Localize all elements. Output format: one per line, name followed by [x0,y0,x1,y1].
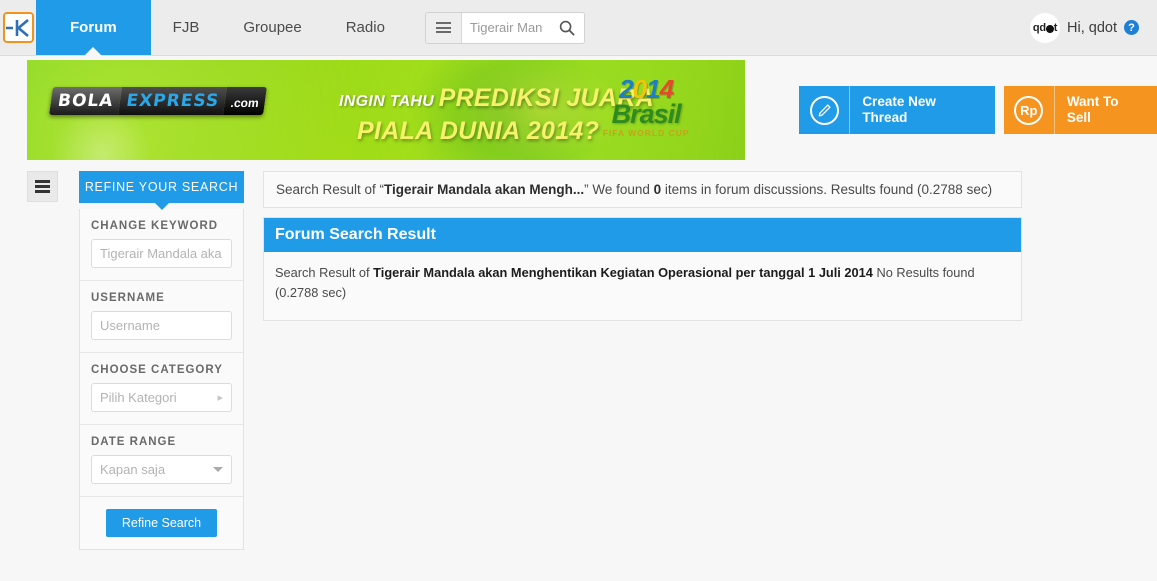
category-select-value: Pilih Kategori [100,390,177,405]
filter-choose-category: CHOOSE CATEGORY Pilih Kategori ▸ [80,353,243,425]
logo-k-glyph [6,18,29,37]
search-input[interactable] [461,12,550,43]
avatar[interactable]: qd t [1030,12,1061,43]
header-search [424,11,585,44]
main-nav: Forum FJB Groupee Radio [36,0,407,55]
hamburger-icon [35,178,50,196]
want-to-sell-button[interactable]: Rp Want To Sell [1003,86,1157,134]
filter-label-category: CHOOSE CATEGORY [91,364,223,376]
sidebar-toggle-button[interactable] [27,171,58,202]
bolaexpress-logo: BOLA EXPRESS .com [49,87,267,115]
username-input[interactable] [91,311,232,340]
panel-title: Forum Search Result [264,218,1021,252]
filter-label-username: USERNAME [91,292,165,304]
nav-label-groupee: Groupee [243,19,302,36]
cta-buttons: Create New Thread Rp Want To Sell [799,86,1157,134]
category-select[interactable]: Pilih Kategori ▸ [91,383,232,412]
nav-item-groupee[interactable]: Groupee [221,0,323,55]
worldcup-event: FIFA WORLD CUP [602,128,690,138]
avatar-dot [1045,24,1054,33]
result-summary-query: Tigerair Mandala akan Mengh... [384,182,585,197]
date-range-select-value: Kapan saja [100,462,166,477]
result-summary-prefix: Search Result of “ [276,182,385,197]
bolaexpress-logo-bola: BOLA [49,87,123,115]
promo-banner[interactable]: BOLA EXPRESS .com INGIN TAHU PREDIKSI JU… [27,60,746,160]
refine-submit-row: Refine Search [80,497,243,549]
nav-label-forum: Forum [70,19,117,36]
refine-search-body: CHANGE KEYWORD USERNAME CHOOSE CATEGORY … [79,209,244,550]
kaskus-logo-icon [2,12,34,43]
result-summary-middle: ” We found [584,182,654,197]
rupiah-icon: Rp [1014,95,1044,125]
worldcup-emblem: 2014 Brasil FIFA WORLD CUP [581,74,711,138]
banner-headline-line2-text: PIALA DUNIA 2014? [357,117,600,145]
refine-search-sidebar: REFINE YOUR SEARCH CHANGE KEYWORD USERNA… [79,171,244,550]
create-thread-label: Create New Thread [862,94,936,125]
worldcup-country: Brasil [611,99,682,129]
keyword-input[interactable] [91,239,232,268]
panel-body-query: Tigerair Mandala akan Menghentikan Kegia… [373,265,873,280]
help-icon[interactable]: ? [1124,20,1139,35]
banner-row: BOLA EXPRESS .com INGIN TAHU PREDIKSI JU… [0,56,1157,160]
site-logo[interactable] [0,0,36,55]
date-range-select[interactable]: Kapan saja [91,455,232,484]
want-to-sell-label: Want To Sell [1066,94,1119,125]
avatar-text-start: qd [1032,21,1046,34]
chevron-down-icon [213,467,223,472]
pencil-glyph [818,103,831,116]
panel-body-prefix: Search Result of [275,265,374,280]
want-to-sell-icon-wrap: Rp [1004,86,1055,134]
create-thread-icon-wrap [799,86,851,134]
filter-label-date-range: DATE RANGE [91,436,177,448]
user-greeting[interactable]: Hi, qdot [1067,20,1117,36]
bolaexpress-logo-express: EXPRESS [118,87,227,115]
nav-label-radio: Radio [345,19,385,36]
filter-date-range: DATE RANGE Kapan saja [80,425,243,497]
filter-username: USERNAME [80,281,243,353]
nav-item-fjb[interactable]: FJB [151,0,222,55]
search-category-button[interactable] [425,12,462,43]
top-header: Forum FJB Groupee Radio qdt Hi, q [0,0,1157,56]
refine-search-title: REFINE YOUR SEARCH [79,171,244,203]
search-results-main: Search Result of “Tigerair Mandala akan … [263,171,1022,550]
refine-search-button[interactable]: Refine Search [105,509,218,537]
forum-search-result-panel: Forum Search Result Search Result of Tig… [263,217,1022,321]
content-area: REFINE YOUR SEARCH CHANGE KEYWORD USERNA… [0,171,1157,550]
search-submit-button[interactable] [549,12,584,43]
pencil-icon [809,95,839,125]
filter-change-keyword: CHANGE KEYWORD [80,209,243,281]
nav-item-forum[interactable]: Forum [36,0,151,55]
bolaexpress-logo-com: .com [223,87,267,115]
banner-headline-small: INGIN TAHU [339,93,435,110]
search-icon [559,20,575,36]
chevron-right-icon: ▸ [217,392,223,404]
panel-body: Search Result of Tigerair Mandala akan M… [264,252,1021,320]
hamburger-icon [435,20,451,36]
result-summary-strip: Search Result of “Tigerair Mandala akan … [263,171,1022,208]
filter-label-keyword: CHANGE KEYWORD [91,220,219,232]
create-new-thread-button[interactable]: Create New Thread [799,86,995,134]
nav-label-fjb: FJB [172,19,200,36]
avatar-text-end: t [1053,21,1058,34]
nav-item-radio[interactable]: Radio [324,0,407,55]
result-summary-suffix: items in forum discussions. Results foun… [661,182,993,197]
header-user-area: qd t Hi, qdot ? [1030,0,1157,55]
